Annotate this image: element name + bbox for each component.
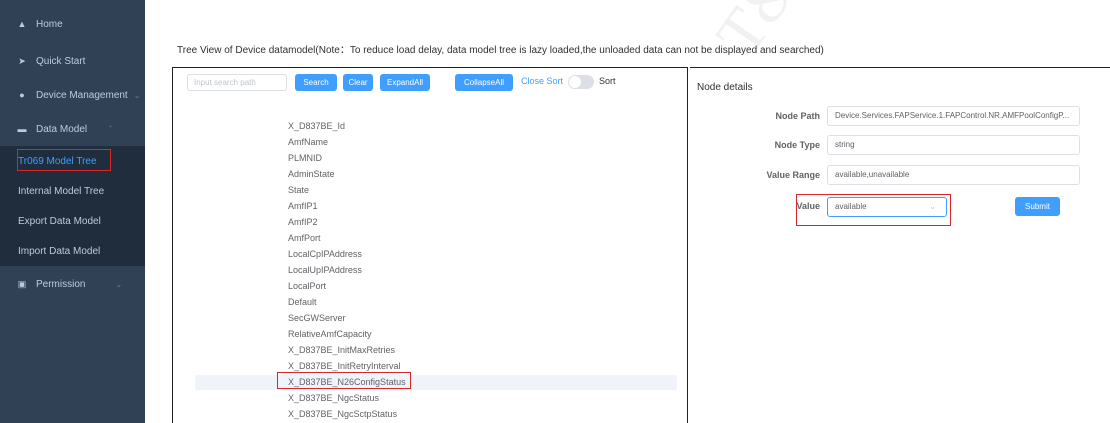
card-icon: ▣ — [17, 278, 27, 289]
tree-node[interactable]: X_D837BE_NgcStatus — [195, 391, 677, 406]
close-sort-label: Close Sort — [521, 76, 564, 86]
sidebar-item-label: Permission — [36, 278, 86, 290]
sidebar-item-device-management[interactable]: ● Device Management ⌄ — [0, 80, 145, 110]
expand-all-button[interactable]: ExpandAll — [380, 74, 430, 91]
search-button[interactable]: Search — [295, 74, 337, 91]
chevron-up-icon: ˆ — [109, 124, 112, 134]
chevron-down-icon: ⌄ — [133, 90, 141, 100]
clear-button[interactable]: Clear — [343, 74, 373, 91]
tree-node[interactable]: AdminState — [195, 167, 677, 182]
sidebar-subitem-export-data-model[interactable]: Export Data Model — [0, 206, 145, 236]
tree-node[interactable]: State — [195, 183, 677, 198]
sort-toggle[interactable] — [568, 75, 594, 89]
tree-node[interactable]: SecGWServer — [195, 311, 677, 326]
sidebar-subitem-label: Internal Model Tree — [18, 185, 105, 197]
node-path-label: Node Path — [775, 111, 820, 121]
sidebar-item-label: Data Model — [36, 123, 88, 135]
tree-node-selected[interactable]: X_D837BE_N26ConfigStatus — [195, 375, 677, 390]
tree-node[interactable]: AmfName — [195, 135, 677, 150]
sidebar-item-label: Device Management — [36, 89, 128, 101]
home-icon: ▲ — [17, 19, 27, 29]
sidebar-item-data-model[interactable]: ▬ Data Model ˆ — [0, 114, 145, 144]
tree-node[interactable]: LocalPort — [195, 279, 677, 294]
sidebar-subitem-internal-model-tree[interactable]: Internal Model Tree — [0, 176, 145, 206]
node-type-field[interactable]: string — [827, 135, 1080, 155]
highlight-box — [277, 372, 411, 389]
tree-node[interactable]: LocalUpIPAddress — [195, 263, 677, 278]
tree-node[interactable]: PLMNID — [195, 151, 677, 166]
node-type-label: Node Type — [774, 140, 820, 150]
tree-node[interactable]: Default — [195, 295, 677, 310]
sort-label: Sort — [599, 76, 616, 86]
sidebar: ▲ Home ➤ Quick Start ● Device Management… — [0, 0, 145, 423]
tree-node[interactable]: X_D837BE_Id — [195, 119, 677, 134]
sidebar-item-label: Home — [36, 18, 63, 30]
sidebar-subitem-import-data-model[interactable]: Import Data Model — [0, 236, 145, 266]
node-path-field[interactable]: Device.Services.FAPService.1.FAPControl.… — [827, 106, 1080, 126]
tree-list: X_D837BE_Id AmfName PLMNID AdminState St… — [195, 117, 677, 423]
sidebar-item-label: Quick Start — [36, 55, 86, 67]
sidebar-item-quick-start[interactable]: ➤ Quick Start — [0, 46, 145, 76]
tree-node[interactable]: X_D837BE_NgcSctpStatus — [195, 407, 677, 422]
sidebar-subitem-label: Import Data Model — [18, 245, 101, 257]
highlight-box — [17, 149, 111, 171]
collapse-all-button[interactable]: CollapseAll — [455, 74, 513, 91]
tree-node[interactable]: AmfPort — [195, 231, 677, 246]
submit-button[interactable]: Submit — [1015, 197, 1060, 216]
tree-node[interactable]: X_D837BE_InitRetryInterval — [195, 359, 677, 374]
send-icon: ➤ — [18, 55, 26, 66]
tree-node[interactable]: LocalCpIPAddress — [195, 247, 677, 262]
toggle-knob — [569, 76, 581, 88]
sidebar-subitem-label: Export Data Model — [18, 215, 101, 227]
app-root: T&W T&W T&W T&W ▲ Home ➤ Quick Start ● D… — [0, 0, 1110, 423]
tree-node[interactable]: X_D837BE_InitMaxRetries — [195, 343, 677, 358]
chevron-down-icon: ⌄ — [115, 279, 123, 289]
value-range-label: Value Range — [766, 170, 820, 180]
page-header: Tree View of Device datamodel(Note：To re… — [177, 45, 824, 56]
value-range-field[interactable]: available,unavailable — [827, 165, 1080, 185]
list-icon: ▬ — [17, 124, 27, 134]
tree-node[interactable]: AmfIP1 — [195, 199, 677, 214]
circle-icon: ● — [19, 90, 25, 100]
node-details-title: Node details — [697, 82, 753, 93]
sidebar-item-home[interactable]: ▲ Home — [0, 9, 145, 39]
watermark: T&W — [702, 0, 848, 69]
tree-panel: Input search path Search Clear ExpandAll… — [172, 67, 688, 423]
node-details-panel: Node details Node Path Device.Services.F… — [690, 67, 1110, 423]
highlight-box — [796, 194, 951, 226]
tree-node[interactable]: AmfIP2 — [195, 215, 677, 230]
search-input[interactable]: Input search path — [187, 74, 287, 91]
sidebar-item-permission[interactable]: ▣ Permission ⌄ — [0, 269, 145, 299]
tree-node[interactable]: RelativeAmfCapacity — [195, 327, 677, 342]
